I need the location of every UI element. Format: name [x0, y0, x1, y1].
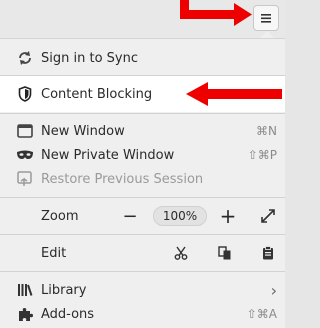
copy-icon	[218, 246, 231, 260]
fullscreen-button[interactable]	[259, 207, 277, 225]
shortcut-label: ⇧⌘A	[246, 307, 277, 321]
annotation-arrow-top	[180, 0, 252, 26]
separator	[0, 197, 285, 198]
chevron-right-icon: ›	[270, 280, 277, 300]
shield-icon	[16, 85, 34, 103]
paste-icon	[263, 246, 273, 260]
cut-icon	[174, 246, 188, 260]
separator	[0, 234, 285, 235]
separator	[0, 271, 285, 272]
restore-session-icon	[16, 170, 34, 188]
zoom-reset-button[interactable]: 100%	[153, 206, 207, 226]
edit-label: Edit	[41, 245, 67, 261]
puzzle-piece-icon	[16, 305, 34, 323]
zoom-out-button[interactable]: −	[121, 206, 139, 227]
app-menu-panel: Sign in to Sync Content Blocking New Win…	[0, 38, 285, 328]
zoom-label: Zoom	[41, 208, 79, 224]
sync-icon	[16, 49, 34, 67]
menu-item-sync[interactable]: Sign in to Sync	[0, 46, 285, 70]
shortcut-label: ⇧⌘P	[247, 148, 277, 162]
fullscreen-icon	[261, 209, 275, 223]
separator	[0, 113, 285, 114]
menu-item-label: Sign in to Sync	[41, 50, 138, 66]
library-icon	[16, 281, 34, 299]
zoom-in-button[interactable]: +	[219, 204, 237, 228]
menu-item-edit: Edit	[0, 241, 285, 265]
menu-item-new-private-window[interactable]: New Private Window ⇧⌘P	[0, 143, 285, 167]
menu-item-add-ons[interactable]: Add-ons ⇧⌘A	[0, 302, 285, 326]
new-window-icon	[16, 122, 34, 140]
toolbar	[0, 0, 285, 38]
open-menu-button[interactable]	[253, 5, 279, 31]
copy-button[interactable]	[216, 244, 234, 262]
menu-item-new-window[interactable]: New Window ⌘N	[0, 119, 285, 143]
menu-item-label: Content Blocking	[41, 86, 153, 102]
private-mask-icon	[16, 146, 34, 164]
menu-item-restore-session[interactable]: Restore Previous Session	[0, 167, 285, 191]
menu-item-label: Library	[41, 282, 87, 298]
cut-button[interactable]	[172, 244, 190, 262]
annotation-arrow-right	[186, 82, 282, 106]
menu-item-label: Add-ons	[41, 306, 95, 322]
hamburger-icon	[261, 14, 271, 23]
menu-item-content-blocking[interactable]: Content Blocking	[0, 76, 285, 112]
menu-item-library[interactable]: Library ›	[0, 278, 285, 302]
shortcut-label: ⌘N	[256, 124, 277, 138]
menu-item-label: Restore Previous Session	[41, 171, 204, 187]
menu-item-label: New Window	[41, 123, 125, 139]
paste-button[interactable]	[259, 244, 277, 262]
menu-item-zoom: Zoom − 100% +	[0, 204, 285, 228]
menu-item-label: New Private Window	[41, 147, 175, 163]
